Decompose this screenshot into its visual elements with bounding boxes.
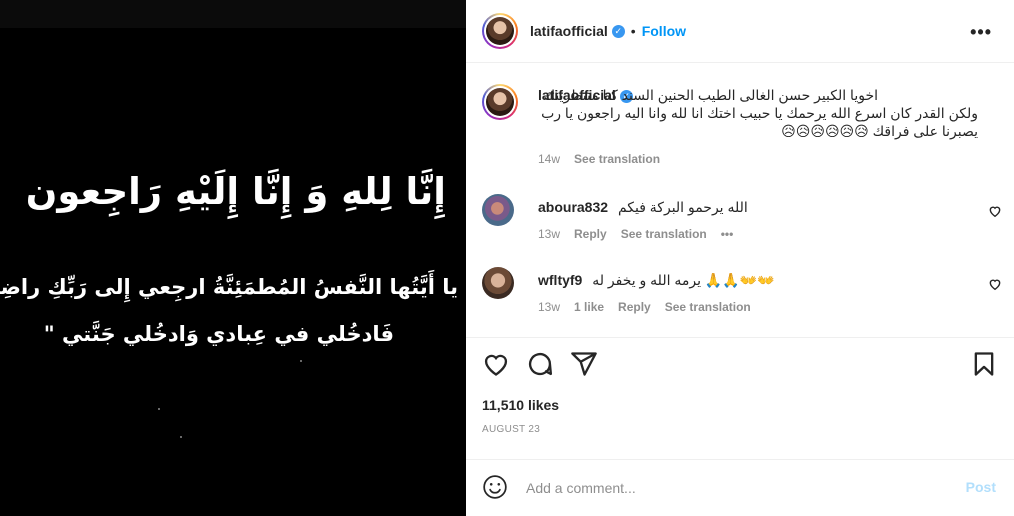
- reply-button[interactable]: Reply: [618, 300, 651, 314]
- see-translation-link[interactable]: See translation: [574, 152, 660, 166]
- post-button[interactable]: Post: [966, 479, 996, 495]
- caption-time[interactable]: 14w: [538, 152, 560, 166]
- comment-row: wfltyf9 يرمه الله و يخفر له 🙏🙏👐👐 13w 1 li…: [482, 267, 1002, 317]
- media-speck: [158, 408, 160, 410]
- avatar[interactable]: [482, 194, 514, 226]
- comments-list: latifaofficial ✓ اخويا الكبير حسن الغالى …: [466, 64, 1014, 336]
- comment-time[interactable]: 13w: [538, 227, 560, 241]
- caption-body: latifaofficial ✓ اخويا الكبير حسن الغالى …: [538, 86, 978, 140]
- comment-text: الله يرحمو البركة فيكم: [617, 199, 748, 215]
- see-translation-link[interactable]: See translation: [665, 300, 751, 314]
- comment-meta: 13w Reply See translation •••: [538, 227, 747, 241]
- avatar[interactable]: [482, 84, 518, 120]
- verified-icon: ✓: [611, 25, 625, 39]
- post-media[interactable]: إِنَّا لِلهِ وَ إِنَّا إِلَيْهِ رَاجِعون…: [0, 0, 466, 516]
- post-date[interactable]: AUGUST 23: [482, 424, 540, 435]
- comment-body: wfltyf9 يرمه الله و يخفر له 🙏🙏👐👐: [538, 271, 978, 289]
- heart-icon[interactable]: [482, 350, 510, 378]
- media-speck: [180, 436, 182, 438]
- separator-dot: •: [630, 23, 636, 39]
- comment-row: aboura832 الله يرحمو البركة فيكم 13w Repl…: [482, 194, 1002, 244]
- add-comment-bar: Post: [466, 459, 1014, 516]
- comment-meta: 13w 1 like Reply See translation: [538, 300, 765, 314]
- caption-row: latifaofficial ✓ اخويا الكبير حسن الغالى …: [482, 84, 1002, 168]
- action-bar: [466, 337, 1014, 387]
- comment-username[interactable]: aboura832: [538, 199, 608, 215]
- share-icon[interactable]: [570, 350, 598, 378]
- comment-input[interactable]: [526, 476, 946, 500]
- header-username[interactable]: latifaofficial: [530, 23, 608, 39]
- header-user-line: latifaofficial ✓ • Follow: [530, 23, 686, 41]
- comment-body: aboura832 الله يرحمو البركة فيكم: [538, 198, 978, 216]
- avatar[interactable]: [482, 267, 514, 299]
- likes-count[interactable]: 11,510 likes: [482, 397, 559, 413]
- save-icon[interactable]: [970, 350, 998, 378]
- follow-button[interactable]: Follow: [642, 23, 686, 39]
- heart-icon[interactable]: [988, 277, 1002, 291]
- comment-likes[interactable]: 1 like: [574, 300, 604, 314]
- media-speck: [300, 360, 302, 362]
- avatar[interactable]: [482, 13, 518, 49]
- see-translation-link[interactable]: See translation: [621, 227, 707, 241]
- comment-time[interactable]: 13w: [538, 300, 560, 314]
- post-sidebar: latifaofficial ✓ • Follow ••• latifaofficia…: [466, 0, 1014, 516]
- media-text-line-1: إِنَّا لِلهِ وَ إِنَّا إِلَيْهِ رَاجِعون: [25, 170, 446, 213]
- comment-icon[interactable]: [526, 350, 554, 378]
- media-text-line-2: يا أَيَّتُها النَّفسُ المُطمَئِنَّةُ ارج…: [0, 275, 458, 299]
- comment-text: يرمه الله و يخفر له 🙏🙏👐👐: [592, 272, 775, 288]
- post-header: latifaofficial ✓ • Follow •••: [466, 0, 1014, 63]
- caption-text: اخويا الكبير حسن الغالى الطيب الحنين الس…: [541, 87, 978, 139]
- media-text-line-3: فَادخُلي في عِبادي وَادخُلي جَنَّتي ": [43, 322, 394, 346]
- comment-username[interactable]: wfltyf9: [538, 272, 582, 288]
- comment-more-icon[interactable]: •••: [721, 227, 734, 241]
- emoji-icon[interactable]: [482, 474, 508, 500]
- reply-button[interactable]: Reply: [574, 227, 607, 241]
- heart-icon[interactable]: [988, 204, 1002, 218]
- media-top-strip: [0, 0, 466, 28]
- more-icon[interactable]: •••: [970, 22, 992, 43]
- caption-meta: 14w See translation: [538, 152, 674, 166]
